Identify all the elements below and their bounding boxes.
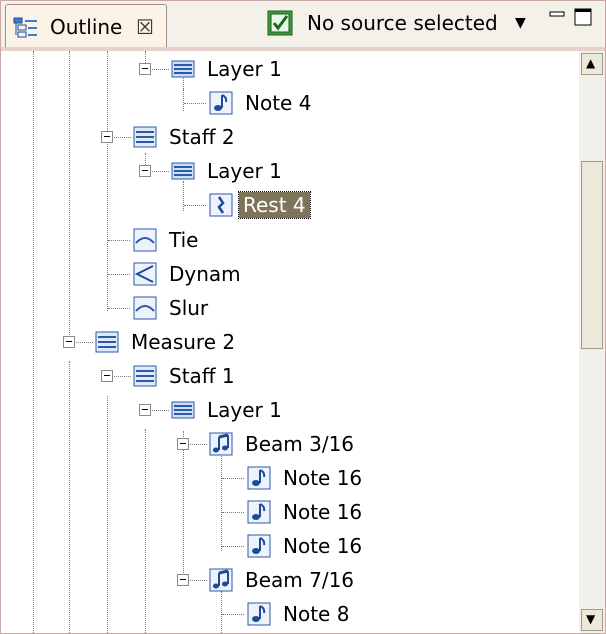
note-icon — [209, 91, 233, 115]
tree-row[interactable]: Note 4 — [1, 89, 579, 123]
note-icon — [247, 466, 271, 490]
scroll-up-button[interactable]: ▲ — [581, 53, 603, 75]
tree-row[interactable]: Layer 1 — [1, 157, 579, 191]
collapse-icon[interactable] — [139, 165, 151, 177]
tree-row[interactable]: Tie — [1, 226, 579, 260]
minimize-button[interactable] — [549, 8, 565, 20]
collapse-icon[interactable] — [177, 438, 189, 450]
collapse-icon[interactable] — [177, 574, 189, 586]
tree-node-label: Slur — [169, 296, 209, 320]
note-icon — [247, 500, 271, 524]
tree-node-label: Beam 7/16 — [245, 568, 355, 592]
tab-outline[interactable]: Outline ☒ — [5, 4, 167, 49]
tree-connector — [184, 205, 206, 206]
outline-icon — [13, 16, 39, 42]
tab-title: Outline — [50, 15, 123, 39]
tree-row[interactable]: Rest 4 — [1, 191, 579, 225]
rest-icon — [209, 193, 233, 217]
vertical-scrollbar[interactable]: ▲ ▼ — [579, 51, 605, 633]
tree-node-label: Dynam — [169, 262, 241, 286]
collapse-icon[interactable] — [139, 404, 151, 416]
tree-row[interactable]: Layer 1 — [1, 396, 579, 430]
tree-connector — [222, 546, 244, 547]
tree-row[interactable]: Dynam — [1, 260, 579, 294]
tree-connector — [184, 103, 206, 104]
tree-row[interactable]: Staff 1 — [1, 362, 579, 396]
tree-connector — [108, 308, 130, 309]
scroll-down-button[interactable]: ▼ — [581, 609, 603, 631]
tree-connector — [114, 376, 131, 377]
tree-connector — [114, 137, 131, 138]
close-icon[interactable]: ☒ — [136, 15, 154, 39]
tree-connector — [222, 512, 244, 513]
tree-node-label: Note 16 — [283, 500, 363, 524]
tree-row[interactable]: Beam 7/16 — [1, 566, 579, 600]
tree-node-label: Note 16 — [283, 466, 363, 490]
outline-tree: Layer 1 Note 4 Staff 2 Layer 1 Rest 4 Ti… — [1, 51, 579, 633]
layer-icon — [171, 398, 195, 422]
tree-node-label: Staff 2 — [169, 125, 235, 149]
tree-row[interactable]: Note 16 — [1, 464, 579, 498]
view-header: Outline ☒ No source selected ▼ — [1, 1, 605, 49]
tree-connector — [222, 478, 244, 479]
tree-row[interactable]: Note 16 — [1, 532, 579, 566]
scroll-up-arrow-icon: ▲ — [586, 56, 596, 70]
tree-row[interactable]: Note 16 — [1, 498, 579, 532]
staff-icon — [133, 125, 157, 149]
tree-node-label: Beam 3/16 — [245, 432, 355, 456]
tree-connector — [76, 342, 93, 343]
tree-node-label: Note 16 — [283, 534, 363, 558]
tree-connector — [152, 171, 169, 172]
tree-connector — [222, 614, 244, 615]
maximize-button[interactable] — [574, 8, 592, 26]
tree-row[interactable]: Note 8 — [1, 600, 579, 633]
dynamic-icon — [133, 262, 157, 286]
tree-row[interactable]: Layer 1 — [1, 55, 579, 89]
layer-icon — [171, 57, 195, 81]
chevron-down-icon[interactable]: ▼ — [515, 15, 526, 31]
source-icon — [267, 10, 295, 40]
tree-guide — [183, 89, 184, 103]
note-icon — [247, 534, 271, 558]
collapse-icon[interactable] — [101, 370, 113, 382]
tree-node-label: Tie — [169, 228, 199, 252]
tree-row[interactable]: Slur — [1, 294, 579, 328]
beam-icon — [209, 568, 233, 592]
layer-icon — [171, 159, 195, 183]
tree-node-label: Layer 1 — [207, 398, 282, 422]
collapse-icon[interactable] — [101, 131, 113, 143]
tree-connector — [152, 69, 169, 70]
tree-connector — [152, 410, 169, 411]
measure-icon — [95, 330, 119, 354]
tree-connector — [190, 580, 207, 581]
tree-node-label: Staff 1 — [169, 364, 235, 388]
source-selector[interactable]: No source selected — [307, 11, 498, 35]
tree-connector — [108, 240, 130, 241]
collapse-icon[interactable] — [139, 63, 151, 75]
tree-node-label: Measure 2 — [131, 330, 236, 354]
tree-node-label: Layer 1 — [207, 57, 282, 81]
tie-icon — [133, 228, 157, 252]
tree-row[interactable]: Measure 2 — [1, 328, 579, 362]
collapse-icon[interactable] — [63, 336, 75, 348]
tree-row[interactable]: Staff 2 — [1, 123, 579, 157]
outline-view: Outline ☒ No source selected ▼ Layer 1 N… — [0, 0, 606, 634]
beam-icon — [209, 432, 233, 456]
tree-node-label: Layer 1 — [207, 159, 282, 183]
tree-node-label: Rest 4 — [238, 191, 311, 219]
scroll-down-arrow-icon: ▼ — [586, 612, 596, 626]
scrollbar-thumb[interactable] — [581, 161, 603, 349]
staff-icon — [133, 364, 157, 388]
tree-connector — [108, 274, 130, 275]
tree-connector — [190, 444, 207, 445]
note-icon — [247, 602, 271, 626]
tree-row[interactable]: Beam 3/16 — [1, 430, 579, 464]
slur-icon — [133, 296, 157, 320]
tree-node-label: Note 8 — [283, 602, 350, 626]
tree-node-label: Note 4 — [245, 91, 312, 115]
